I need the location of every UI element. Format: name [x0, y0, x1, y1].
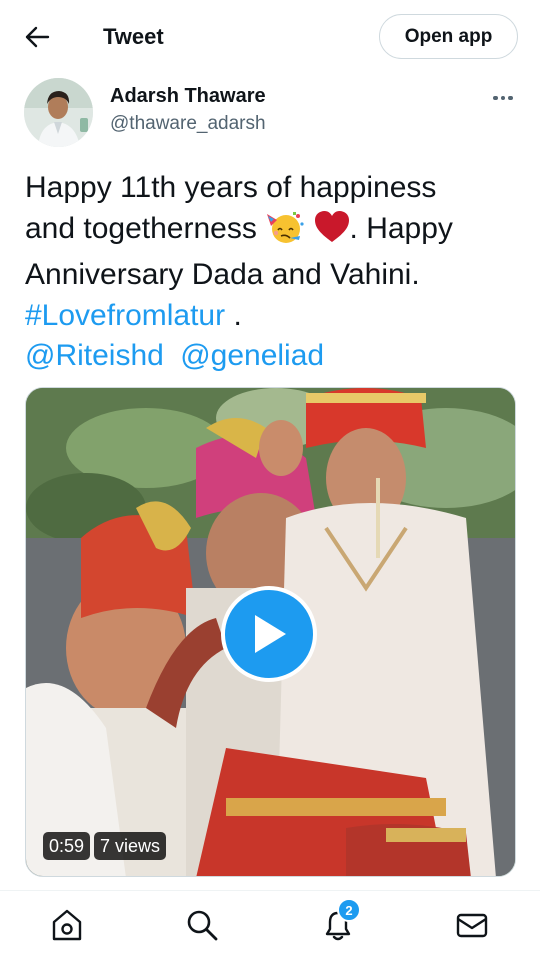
tweet-author: Adarsh Thaware @thaware_adarsh: [0, 72, 540, 156]
tweet-line: #Lovefromlatur .: [25, 296, 525, 337]
avatar[interactable]: [24, 78, 93, 147]
bottom-navigation: 2: [0, 890, 540, 960]
tweet-line: @Riteishd @geneliad: [25, 336, 525, 377]
red-heart-emoji: [314, 210, 350, 256]
tweet-line: Anniversary Dada and Vahini.: [25, 258, 420, 291]
mention-link[interactable]: @Riteishd: [25, 339, 164, 372]
notification-count-badge: 2: [337, 898, 361, 922]
page-title: Tweet: [103, 24, 164, 49]
tweet-line-text: .: [225, 298, 242, 332]
author-name[interactable]: Adarsh Thaware: [110, 85, 266, 108]
tweet-text: Happy 11th years of happiness and togeth…: [25, 168, 525, 377]
hashtag-link[interactable]: #Lovefromlatur: [25, 299, 225, 332]
messages-icon[interactable]: [452, 905, 492, 945]
search-icon[interactable]: [182, 905, 222, 945]
open-app-button[interactable]: Open app: [379, 14, 518, 59]
video-player[interactable]: 0:59 7 views: [25, 387, 516, 877]
video-duration: 0:59: [43, 832, 91, 860]
tweet-line: Happy 11th years of happiness: [25, 171, 437, 204]
tweet-line-text: . Happy: [349, 211, 453, 245]
top-bar: Tweet Open app: [0, 0, 540, 72]
tweet-line-text: and togetherness: [25, 211, 257, 245]
party-face-emoji: [265, 210, 305, 256]
tweet-line: and togetherness . Happy: [25, 209, 525, 256]
back-arrow-icon[interactable]: [20, 22, 54, 52]
home-icon[interactable]: [47, 905, 87, 945]
more-options-icon[interactable]: [486, 86, 520, 110]
author-handle[interactable]: @thaware_adarsh: [110, 113, 266, 135]
video-views: 7 views: [94, 832, 167, 860]
mention-link[interactable]: @geneliad: [180, 339, 324, 372]
play-icon: [255, 615, 286, 653]
play-button[interactable]: [221, 586, 317, 682]
